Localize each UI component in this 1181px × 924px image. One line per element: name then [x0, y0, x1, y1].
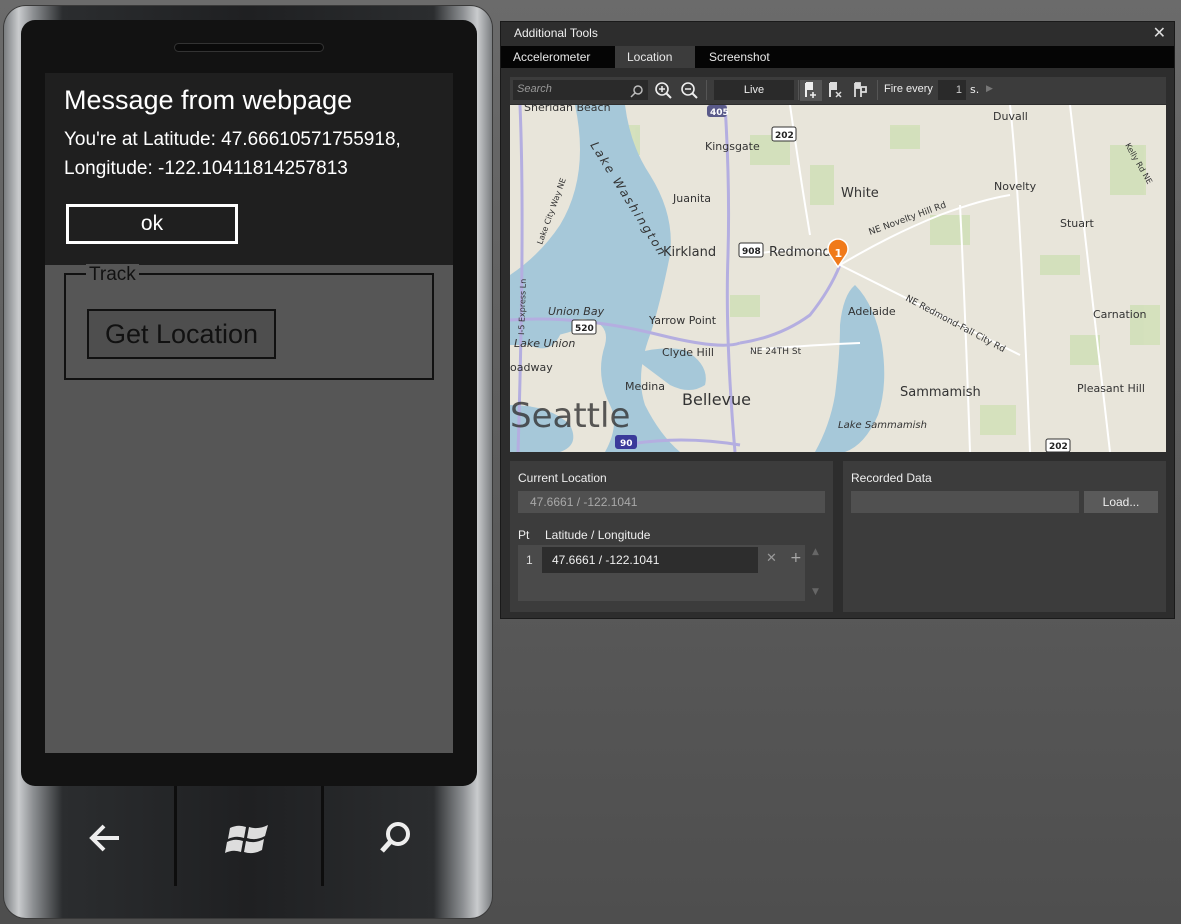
map-label-stuart: Stuart: [1060, 217, 1095, 230]
map-label-redmond: Redmond: [769, 245, 831, 260]
point-latlong-input[interactable]: 47.6661 / -122.1041: [542, 547, 758, 573]
map-label-white: White: [841, 186, 879, 201]
hardware-divider: [321, 786, 324, 886]
phone-speaker-grille: [174, 43, 324, 52]
map-label-sammamish: Sammamish: [900, 385, 981, 400]
map-search-input[interactable]: [517, 83, 627, 95]
map-canvas[interactable]: Sheridan Beach Duvall Kingsgate White No…: [510, 105, 1166, 452]
map-label-clyde-hill: Clyde Hill: [662, 346, 714, 359]
map-label-adelaide: Adelaide: [848, 305, 896, 318]
recorded-data-title: Recorded Data: [851, 471, 932, 485]
tab-screenshot[interactable]: Screenshot: [697, 46, 782, 68]
current-location-panel: Current Location 47.6661 / -122.1041 Pt …: [510, 461, 833, 612]
load-button[interactable]: Load...: [1084, 491, 1158, 513]
shield-405: 405: [710, 108, 729, 118]
remove-pin-icon[interactable]: [824, 80, 846, 101]
pin-number: 1: [835, 247, 843, 260]
map-label-kingsgate: Kingsgate: [705, 140, 760, 153]
latlong-column-header: Latitude / Longitude: [545, 528, 651, 542]
phone-screen: Message from webpage You're at Latitude:…: [45, 73, 453, 753]
add-pin-icon[interactable]: [800, 80, 822, 101]
current-location-field: 47.6661 / -122.1041: [518, 491, 825, 513]
scroll-down-icon[interactable]: ▼: [812, 587, 819, 597]
additional-tools-window: Additional Tools ✕ Accelerometer Locatio…: [500, 21, 1175, 619]
map-search-box: [513, 80, 648, 100]
toolbar-divider: [798, 80, 799, 100]
dialog-message-line2: Longitude: -122.10411814257813: [64, 158, 348, 179]
tab-location[interactable]: Location: [615, 46, 695, 68]
map-label-medina: Medina: [625, 380, 665, 393]
track-legend: Track: [86, 264, 139, 286]
map-label-carnation: Carnation: [1093, 308, 1147, 321]
zoom-out-icon[interactable]: [678, 80, 700, 101]
search-icon[interactable]: [365, 808, 425, 868]
play-route-icon[interactable]: ▶: [986, 84, 993, 94]
current-location-title: Current Location: [518, 471, 607, 485]
windows-start-icon[interactable]: [218, 808, 278, 868]
scroll-up-icon[interactable]: ▲: [812, 547, 819, 557]
point-list: 1 47.6661 / -122.1041 ✕ +: [518, 545, 805, 601]
live-mode-toggle[interactable]: Live: [714, 80, 794, 100]
hardware-button-bar: [4, 782, 492, 892]
shield-202: 202: [775, 131, 794, 141]
map-label-seattle: Seattle: [510, 396, 630, 436]
map-label-lake-union: Lake Union: [514, 337, 575, 350]
map-label-sheridan-beach: Sheridan Beach: [524, 105, 611, 114]
close-icon[interactable]: ✕: [1153, 23, 1166, 42]
point-number: 1: [526, 553, 533, 567]
tab-bar: Accelerometer Location Screenshot: [501, 46, 1174, 68]
clear-pins-icon[interactable]: [850, 80, 872, 101]
map-label-duvall: Duvall: [993, 110, 1028, 123]
dialog-message-line1: You're at Latitude: 47.66610571755918,: [64, 129, 401, 150]
pt-column-header: Pt: [518, 528, 530, 542]
shield-90: 90: [620, 439, 633, 449]
map-label-lake-sammamish: Lake Sammamish: [838, 420, 927, 431]
search-icon[interactable]: [630, 84, 644, 98]
map-label-union-bay: Union Bay: [548, 305, 605, 318]
shield-908: 908: [742, 247, 761, 257]
map-label-juanita: Juanita: [672, 192, 711, 205]
ok-button[interactable]: ok: [66, 204, 238, 244]
add-point-icon[interactable]: +: [790, 550, 802, 566]
map-label-yarrow-point: Yarrow Point: [648, 314, 717, 327]
map-label-pleasant-hill: Pleasant Hill: [1077, 382, 1145, 395]
message-dialog: Message from webpage You're at Latitude:…: [45, 73, 453, 265]
hardware-divider: [174, 786, 177, 886]
dialog-title: Message from webpage: [64, 85, 353, 115]
window-title: Additional Tools: [514, 26, 598, 40]
recorded-data-field[interactable]: [851, 491, 1079, 513]
dialog-message: You're at Latitude: 47.66610571755918, L…: [64, 125, 444, 183]
track-fieldset: Track Get Location: [64, 264, 434, 380]
toolbar-divider: [877, 80, 878, 100]
recorded-data-panel: Recorded Data Load...: [843, 461, 1166, 612]
map-label-bellevue: Bellevue: [682, 390, 751, 409]
toolbar-divider: [706, 80, 707, 100]
shield-202-east: 202: [1049, 442, 1068, 452]
map-label-kirkland: Kirkland: [663, 245, 716, 260]
get-location-button[interactable]: Get Location: [87, 309, 276, 359]
shield-520: 520: [575, 324, 594, 334]
fire-interval-input[interactable]: 1: [938, 80, 966, 100]
map-toolbar: Live Fire every 1 s. ▶: [510, 77, 1166, 104]
map-label-novelty: Novelty: [994, 180, 1037, 193]
location-map[interactable]: Sheridan Beach Duvall Kingsgate White No…: [510, 105, 1166, 452]
delete-point-icon[interactable]: ✕: [766, 551, 777, 566]
back-arrow-icon[interactable]: [75, 808, 135, 868]
tab-accelerometer[interactable]: Accelerometer: [501, 46, 602, 68]
zoom-in-icon[interactable]: [652, 80, 674, 101]
fire-interval-unit: s.: [970, 83, 980, 96]
map-label-broadway: oadway: [510, 361, 553, 374]
map-label-ne-24th-st: NE 24TH St: [750, 347, 802, 357]
fire-every-label: Fire every: [884, 83, 933, 95]
